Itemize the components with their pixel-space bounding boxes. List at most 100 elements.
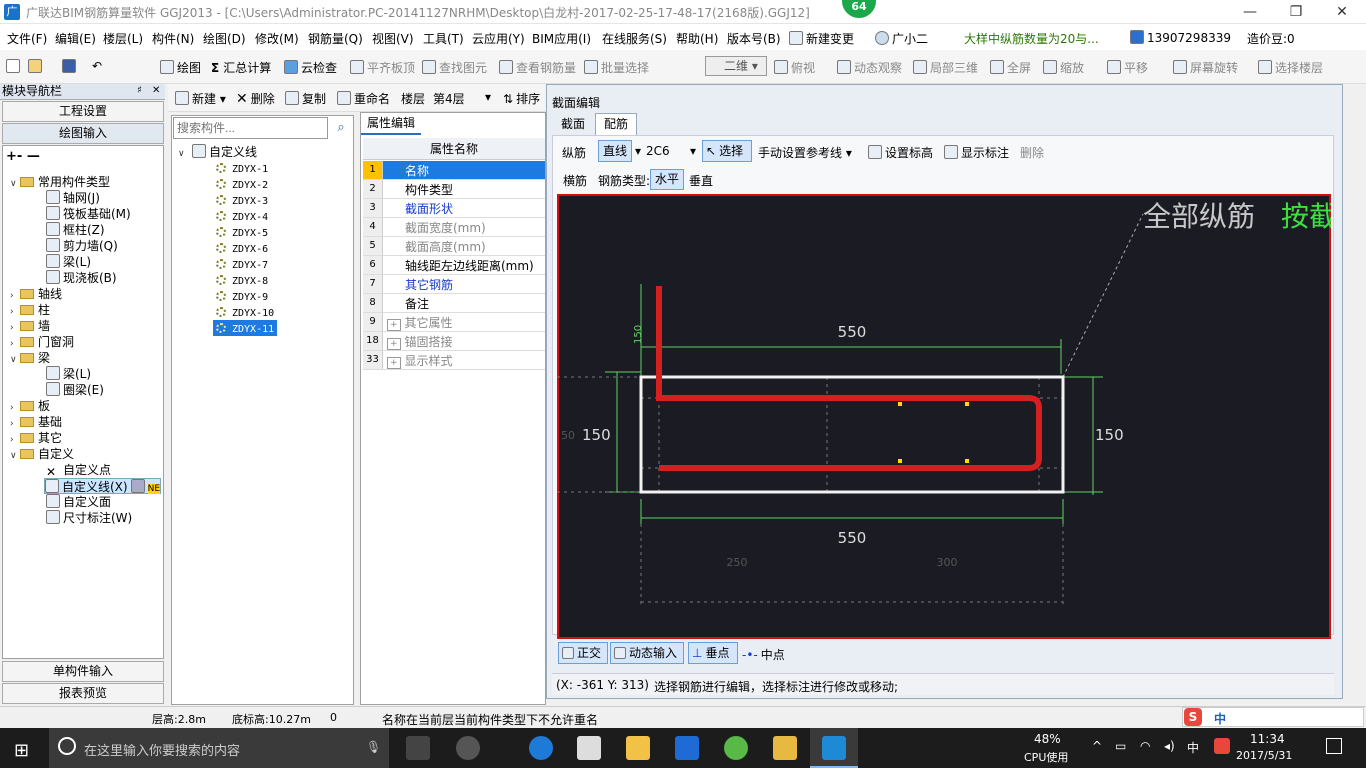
clock-date[interactable]: 2017/5/31 — [1236, 749, 1292, 762]
select-floor-button[interactable]: 选择楼层 — [1258, 59, 1323, 76]
property-row[interactable]: 7 其它钢筋 — [363, 275, 545, 294]
menu-floor[interactable]: 楼层(L) — [103, 30, 143, 47]
expand-icon[interactable]: + — [387, 357, 401, 369]
property-row[interactable]: 1 名称 — [363, 161, 545, 180]
sogou-icon[interactable]: S — [1184, 708, 1202, 726]
screen-rotate-button[interactable]: 屏幕旋转 — [1173, 59, 1238, 76]
batch-select-button[interactable]: 批量选择 — [584, 59, 649, 76]
tree-slab[interactable]: › 板 — [10, 398, 50, 414]
tree-axis-grid[interactable]: 轴网(J) — [46, 190, 100, 206]
show-annotation-button[interactable]: 显示标注 — [944, 144, 1009, 161]
clock-time[interactable]: 11:34 — [1250, 732, 1285, 746]
line-mode-button[interactable]: 直线 — [598, 140, 632, 162]
comp-item[interactable]: ZDYX-5 — [216, 224, 268, 240]
tree-cast-slab[interactable]: 现浇板(B) — [46, 270, 117, 286]
menu-bim[interactable]: BIM应用(I) — [532, 30, 591, 47]
section-canvas[interactable]: 全部纵筋 按截 550 550 150 150 150 50 250 300 — [557, 194, 1331, 639]
copy-component-button[interactable]: 复制 — [285, 90, 326, 107]
property-row[interactable]: 33 + 显示样式 — [363, 351, 545, 370]
tree-other[interactable]: › 其它 — [10, 430, 62, 446]
tree-column[interactable]: › 柱 — [10, 302, 50, 318]
expand-all-icon[interactable]: +- — — [6, 149, 40, 164]
menu-online[interactable]: 在线服务(S) — [602, 30, 667, 47]
menu-help[interactable]: 帮助(H) — [676, 30, 718, 47]
horizontal-button[interactable]: 水平 — [650, 169, 684, 190]
app-icon-swirl[interactable] — [456, 736, 480, 760]
menu-guangxiaoer[interactable]: 广小二 — [875, 30, 928, 47]
close-button[interactable]: ✕ — [1320, 2, 1364, 22]
align-slab-top-button[interactable]: 平齐板顶 — [350, 59, 415, 76]
tree-raft-foundation[interactable]: 筏板基础(M) — [46, 206, 131, 222]
menu-edit[interactable]: 编辑(E) — [55, 30, 96, 47]
comp-item[interactable]: ZDYX-3 — [216, 192, 268, 208]
draw-button[interactable]: 绘图 — [160, 59, 201, 76]
delete-rebar-button[interactable]: 删除 — [1020, 144, 1044, 161]
rename-component-button[interactable]: 重命名 — [337, 90, 390, 107]
dim-top-label[interactable]: 550 — [838, 323, 867, 341]
property-row[interactable]: 4 截面宽度(mm) — [363, 218, 545, 237]
sort-button[interactable]: ⇅ 排序 — [503, 90, 540, 107]
glodon-icon[interactable] — [675, 736, 699, 760]
find-element-button[interactable]: 查找图元 — [422, 59, 487, 76]
notification-badge[interactable]: 64 — [842, 0, 876, 18]
tree-beam[interactable]: 梁(L) — [46, 254, 91, 270]
maximize-button[interactable]: ❐ — [1274, 2, 1318, 22]
ime-mode[interactable]: 中 — [1214, 710, 1226, 727]
wifi-icon[interactable]: ◠ — [1140, 739, 1150, 753]
app-icon-yellow[interactable] — [773, 736, 797, 760]
property-row[interactable]: 2 构件类型 — [363, 180, 545, 199]
menu-new-change[interactable]: 新建变更 — [789, 30, 854, 47]
menu-file[interactable]: 文件(F) — [7, 30, 47, 47]
tree-axis[interactable]: › 轴线 — [10, 286, 62, 302]
expand-icon[interactable]: + — [387, 319, 401, 331]
tree-beam-folder[interactable]: ∨ 梁 — [10, 350, 50, 366]
menu-draw[interactable]: 绘图(D) — [203, 30, 246, 47]
delete-component-button[interactable]: ✕ 删除 — [236, 90, 275, 107]
notification-center-icon[interactable] — [1326, 738, 1342, 754]
menu-component[interactable]: 构件(N) — [152, 30, 194, 47]
volume-icon[interactable]: ◂) — [1164, 739, 1175, 753]
save-icon[interactable] — [62, 59, 79, 74]
drawing-input-button[interactable]: 绘图输入 — [2, 123, 164, 144]
dim-right-label[interactable]: 150 — [1095, 426, 1124, 444]
dim-left-label[interactable]: 150 — [582, 426, 611, 444]
dynamic-input-button[interactable]: 动态输入 — [610, 642, 684, 664]
gbq-icon[interactable] — [822, 736, 846, 760]
view-mode-select[interactable]: 二维 ▾ — [705, 56, 767, 76]
new-file-icon[interactable] — [6, 59, 23, 74]
dynamic-observe-button[interactable]: 动态观察 — [837, 59, 902, 76]
tree-custom-line[interactable]: 自定义线(X) NE — [44, 478, 162, 494]
single-component-input-button[interactable]: 单构件输入 — [2, 661, 164, 682]
component-search-input[interactable] — [173, 117, 328, 139]
property-row[interactable]: 5 截面高度(mm) — [363, 237, 545, 256]
comp-item[interactable]: ZDYX-4 — [216, 208, 268, 224]
tree-common-types[interactable]: ∨ 常用构件类型 — [10, 174, 110, 190]
comp-item[interactable]: ZDYX-6 — [216, 240, 268, 256]
tree-frame-column[interactable]: 框柱(Z) — [46, 222, 105, 238]
select-button[interactable]: ↖ 选择 — [702, 140, 752, 162]
tree-shear-wall[interactable]: 剪力墙(Q) — [46, 238, 118, 254]
pan-button[interactable]: 平移 — [1107, 59, 1148, 76]
tab-section[interactable]: 截面 — [553, 113, 593, 135]
top-view-button[interactable]: 俯视 — [774, 59, 815, 76]
tree-foundation[interactable]: › 基础 — [10, 414, 62, 430]
ortho-button[interactable]: 正交 — [558, 642, 608, 664]
set-elevation-button[interactable]: 设置标高 — [868, 144, 933, 161]
nav-close-icon[interactable]: ✕ — [152, 85, 160, 96]
cloud-check-button[interactable]: 云检查 — [284, 59, 337, 76]
edge-icon[interactable] — [529, 736, 553, 760]
vertical-button[interactable]: 垂直 — [689, 172, 713, 189]
floor-select[interactable]: 第4层 ▾ — [433, 90, 491, 107]
dim-bottom-label[interactable]: 550 — [838, 529, 867, 547]
report-preview-button[interactable]: 报表预览 — [2, 683, 164, 704]
sogou-tray-icon[interactable] — [1214, 738, 1230, 754]
comp-item[interactable]: ZDYX-8 — [216, 272, 268, 288]
dim-150-vertical-label[interactable]: 150 — [633, 325, 644, 344]
view-rebar-qty-button[interactable]: 查看钢筋量 — [499, 59, 576, 76]
user-phone[interactable]: 13907298339 — [1130, 30, 1231, 45]
tree-ring-beam[interactable]: 圈梁(E) — [46, 382, 104, 398]
explorer-icon[interactable] — [626, 736, 650, 760]
ime-toolbar[interactable] — [1182, 707, 1364, 727]
comp-item-selected[interactable]: ZDYX-11 — [213, 320, 278, 336]
property-row[interactable]: 3 截面形状 — [363, 199, 545, 218]
